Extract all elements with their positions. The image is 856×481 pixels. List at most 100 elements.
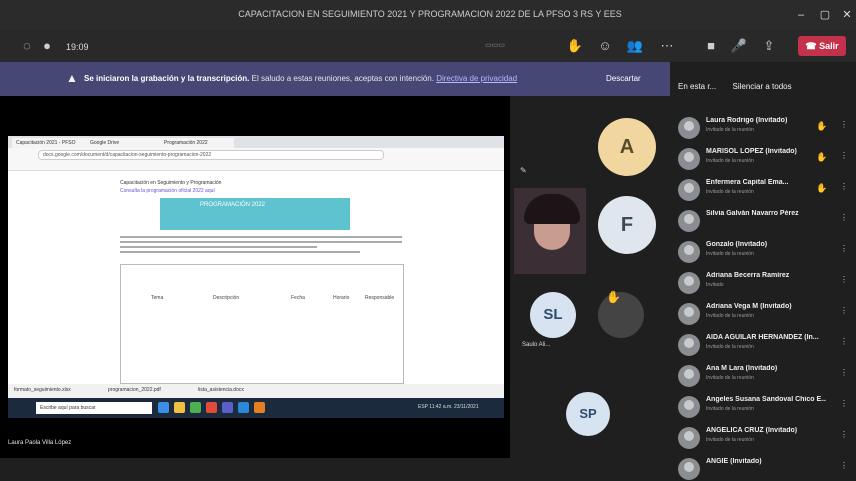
participant-avatar-icon [678, 396, 700, 418]
table-header: Fecha [291, 295, 305, 301]
roster-section-label[interactable]: En esta r... [678, 82, 716, 91]
mic-off-icon[interactable]: ⋮ [840, 337, 848, 346]
participant-row[interactable]: Laura Rodrigo (Invitado) Invitado de la r… [670, 114, 856, 140]
layout-icon[interactable]: ▭▭▭ [460, 37, 530, 55]
participant-name: Enfermera Capital Ema... [706, 179, 789, 186]
taskbar-search[interactable]: Escribe aquí para buscar [36, 402, 152, 414]
system-tray: ESP 11:42 a.m. 23/11/2021 [418, 404, 479, 410]
mic-off-icon[interactable]: ⋮ [840, 151, 848, 160]
participant-name: Ángeles Susana Sandoval Chico E... [706, 396, 826, 403]
table-header: Tema [151, 295, 164, 301]
document-table: Tema Descripción Fecha Horario Responsab… [120, 264, 404, 384]
video-hair [524, 194, 580, 224]
participant-role: Invitado [706, 282, 724, 288]
download-item[interactable]: formato_seguimiento.xlsx [14, 387, 71, 393]
participant-row[interactable]: Ángeles Susana Sandoval Chico E... Invita… [670, 393, 856, 419]
app-icon[interactable] [238, 402, 249, 413]
recording-banner: ▲ Se iniciaron la grabación y la transcr… [0, 62, 670, 96]
browser-tab[interactable]: Google Drive [86, 138, 160, 148]
participant-role: Invitado de la reunión [706, 127, 754, 133]
reactions-icon[interactable]: ☺ [596, 37, 614, 55]
avatar-initials: SP [579, 406, 597, 421]
participant-row[interactable]: ANGELICA CRUZ (Invitado) Invitado de la r… [670, 424, 856, 450]
window-title: CAPACITACION EN SEGUIMIENTO 2021 Y PROGR… [238, 9, 622, 19]
mic-off-icon[interactable]: ⋮ [840, 275, 848, 284]
participant-row[interactable]: Silvia Galván Navarro Pérez ⋮ [670, 207, 856, 233]
more-options-icon[interactable]: ⋯ [658, 37, 676, 55]
participant-avatar[interactable]: SL [530, 292, 576, 338]
participants-icon[interactable]: 👥 [626, 37, 644, 55]
app-icon[interactable] [158, 402, 169, 413]
raise-hand-icon[interactable]: ✋ [566, 37, 584, 55]
browser-tab[interactable]: Programación 2022 [160, 138, 234, 148]
participant-avatar-icon [678, 458, 700, 480]
table-header: Descripción [213, 295, 240, 301]
participant-row[interactable]: Ana M Lara (Invitado) Invitado de la reun… [670, 362, 856, 388]
browser-url[interactable]: docs.google.com/document/d/capacitacion-… [38, 150, 384, 160]
close-icon[interactable]: ✕ [838, 6, 856, 24]
participant-name: ANGIE (Invitado) [706, 458, 762, 465]
participant-row[interactable]: ANGIE (Invitado) ⋮ [670, 455, 856, 481]
record-icon[interactable]: ● [38, 37, 56, 55]
avatar-initials: SL [543, 306, 563, 323]
participant-name: Adriana Becerra Ramírez [706, 272, 790, 279]
participant-avatar-icon [678, 272, 700, 294]
share-screen-icon[interactable]: ⇪ [760, 37, 778, 55]
mic-icon[interactable]: 🎤 [730, 37, 748, 55]
table-header: Responsable [365, 295, 395, 301]
participant-avatar-image[interactable]: ✋ [598, 290, 644, 338]
dismiss-button[interactable]: Descartar [606, 74, 641, 83]
mic-off-icon[interactable]: ⋮ [840, 213, 848, 222]
mic-off-icon[interactable]: ⋮ [840, 306, 848, 315]
participant-avatar-icon [678, 117, 700, 139]
document-title: Capacitación en Seguimiento y Programaci… [120, 180, 222, 186]
participant-avatar-icon [678, 427, 700, 449]
participant-row[interactable]: Gonzalo (Invitado) Invitado de la reunión… [670, 238, 856, 264]
app-icon[interactable] [254, 402, 265, 413]
camera-icon[interactable]: ■ [702, 37, 720, 55]
participant-video[interactable] [514, 188, 586, 274]
raise-hand-icon: ✋ [816, 152, 828, 162]
participant-avatar[interactable]: F [598, 196, 656, 254]
participant-role: Invitado de la reunión [706, 437, 754, 443]
mic-off-icon[interactable]: ⋮ [840, 399, 848, 408]
document-link[interactable]: Consulta la programación oficial 2022 aq… [120, 188, 215, 194]
document-banner-image: PROGRAMACIÓN 2022 [160, 198, 350, 230]
mic-off-icon[interactable]: ⋮ [840, 182, 848, 191]
mic-off-icon[interactable]: ⋮ [840, 368, 848, 377]
participant-name: AIDA AGUILAR HERNÁNDEZ (In... [706, 334, 819, 341]
participant-row[interactable]: MARISOL LÓPEZ (Invitado) Invitado de la r… [670, 145, 856, 171]
maximize-icon[interactable]: ▢ [816, 6, 834, 24]
mute-all-button[interactable]: Silenciar a todos [732, 82, 791, 91]
mic-off-icon[interactable]: ⋮ [840, 430, 848, 439]
participant-avatar-icon [678, 365, 700, 387]
browser-tab[interactable]: Capacitación 2021 - PFSO [12, 138, 86, 148]
participant-row[interactable]: AIDA AGUILAR HERNÁNDEZ (In... Invitado de… [670, 331, 856, 357]
participant-avatar-icon [678, 179, 700, 201]
participant-row[interactable]: Adriana Becerra Ramírez Invitado ⋮ [670, 269, 856, 295]
folder-icon[interactable] [174, 402, 185, 413]
participant-avatar[interactable]: A [598, 118, 656, 176]
mic-off-icon[interactable]: ⋮ [840, 244, 848, 253]
participant-row[interactable]: Adriana Vega M (Invitado) Invitado de la … [670, 300, 856, 326]
windows-taskbar: formato_seguimiento.xlsx programacion_20… [8, 384, 504, 418]
raise-hand-icon: ✋ [606, 290, 621, 304]
mic-off-icon[interactable]: ⋮ [840, 461, 848, 470]
raise-hand-icon: ✋ [816, 183, 828, 193]
participant-role: Invitado de la reunión [706, 344, 754, 350]
participant-name: ANGELICA CRUZ (Invitado) [706, 427, 798, 434]
shield-icon[interactable]: ◌ [18, 37, 36, 55]
app-icon[interactable] [206, 402, 217, 413]
minimize-icon[interactable]: – [792, 6, 810, 24]
mic-off-icon[interactable]: ⋮ [840, 120, 848, 129]
download-item[interactable]: lista_asistencia.docx [198, 387, 244, 393]
leave-button[interactable]: ☎ Salir [798, 36, 846, 56]
app-icon[interactable] [190, 402, 201, 413]
teams-icon[interactable] [222, 402, 233, 413]
participant-avatar[interactable]: SP [566, 392, 610, 436]
privacy-link[interactable]: Directiva de privacidad [436, 74, 517, 83]
bookmarks-bar [8, 160, 504, 171]
participant-row[interactable]: Enfermera Capital Ema... Invitado de la r… [670, 176, 856, 202]
download-item[interactable]: programacion_2022.pdf [108, 387, 161, 393]
banner-bold-text: Se iniciaron la grabación y la transcrip… [84, 74, 250, 83]
